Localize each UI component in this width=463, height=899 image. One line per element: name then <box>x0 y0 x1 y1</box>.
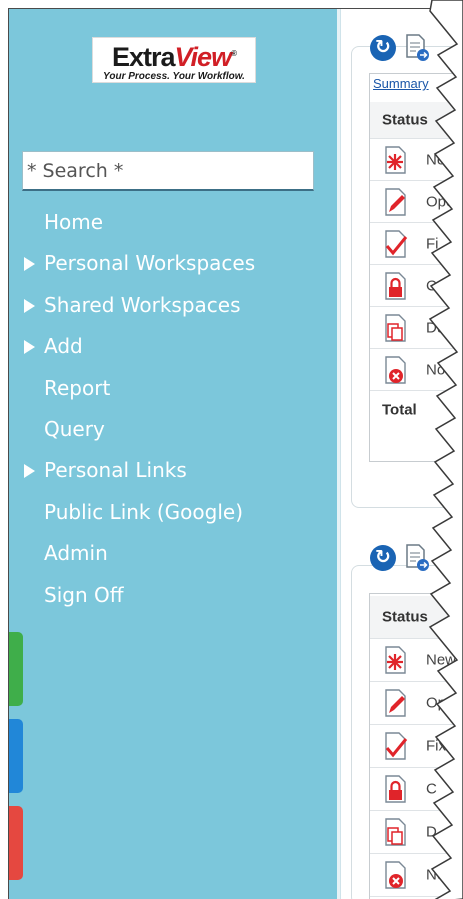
torn-edge-mask <box>428 0 463 899</box>
torn-edge <box>428 0 463 899</box>
